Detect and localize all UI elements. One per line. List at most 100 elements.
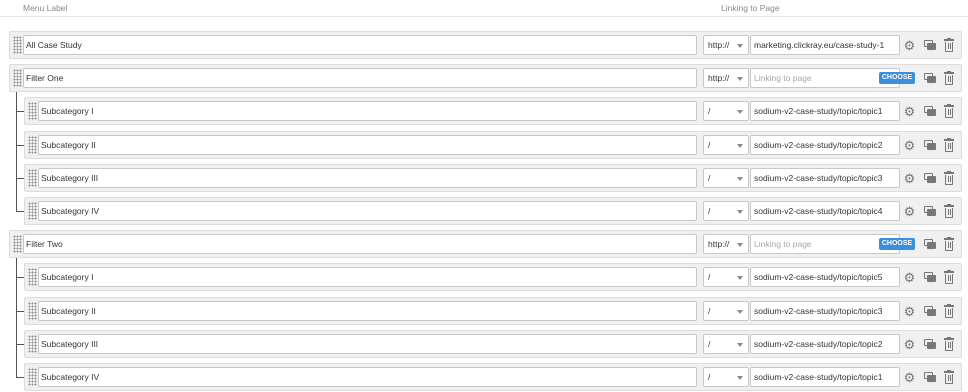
gear-icon[interactable]: ⚙ — [903, 305, 916, 318]
protocol-select[interactable]: / — [703, 135, 749, 155]
trash-icon[interactable] — [944, 237, 954, 251]
copy-icon[interactable] — [924, 173, 936, 184]
link-url-input[interactable]: sodium-v2-case-study/topic/topic2 — [750, 135, 900, 155]
tree-connector — [16, 92, 17, 212]
drag-handle-icon[interactable] — [28, 169, 37, 187]
protocol-select[interactable]: / — [703, 267, 749, 287]
menu-item-row: All Case Study http:// marketing.clickray.… — [9, 31, 962, 59]
link-url-input[interactable]: sodium-v2-case-study/topic/topic5 — [750, 267, 900, 287]
link-url-input[interactable]: sodium-v2-case-study/topic/topic4 — [750, 201, 900, 221]
submenu-item-row: Subcategory III / sodium-v2-case-study/top… — [24, 164, 962, 192]
trash-icon[interactable] — [944, 38, 954, 52]
copy-icon[interactable] — [924, 372, 936, 383]
copy-icon[interactable] — [924, 73, 936, 84]
tree-connector — [16, 277, 24, 278]
link-url-input[interactable]: Linking to page — [750, 234, 900, 254]
link-url-input[interactable]: Linking to page — [750, 68, 900, 88]
link-url-input[interactable]: sodium-v2-case-study/topic/topic1 — [750, 367, 900, 387]
choose-page-button[interactable]: CHOOSE — [879, 238, 915, 250]
menu-item-row: Filter Two http:// Linking to page CHOOSE — [9, 230, 962, 258]
drag-handle-icon[interactable] — [13, 235, 22, 253]
tree-connector — [16, 344, 24, 345]
gear-icon[interactable]: ⚙ — [903, 105, 916, 118]
protocol-value: / — [708, 173, 711, 183]
copy-icon[interactable] — [924, 306, 936, 317]
trash-icon[interactable] — [944, 337, 954, 351]
chevron-down-icon — [737, 376, 743, 380]
link-url-input[interactable]: sodium-v2-case-study/topic/topic1 — [750, 101, 900, 121]
protocol-value: / — [708, 272, 711, 282]
menu-label-input[interactable]: All Case Study — [23, 35, 697, 55]
submenu-item-row: Subcategory II / sodium-v2-case-study/topi… — [24, 297, 962, 325]
link-url-input[interactable]: marketing.clickray.eu/case-study-1 — [750, 35, 900, 55]
chevron-down-icon — [737, 276, 743, 280]
protocol-value: / — [708, 372, 711, 382]
copy-icon[interactable] — [924, 206, 936, 217]
protocol-value: / — [708, 306, 711, 316]
choose-page-button[interactable]: CHOOSE — [879, 72, 915, 84]
drag-handle-icon[interactable] — [28, 136, 37, 154]
copy-icon[interactable] — [924, 272, 936, 283]
trash-icon[interactable] — [944, 370, 954, 384]
link-url-input[interactable]: sodium-v2-case-study/topic/topic3 — [750, 168, 900, 188]
protocol-select[interactable]: / — [703, 301, 749, 321]
menu-label-input[interactable]: Subcategory III — [38, 334, 697, 354]
trash-icon[interactable] — [944, 104, 954, 118]
protocol-select[interactable]: / — [703, 367, 749, 387]
submenu-item-row: Subcategory III / sodium-v2-case-study/top… — [24, 330, 962, 358]
copy-icon[interactable] — [924, 140, 936, 151]
protocol-select[interactable]: / — [703, 201, 749, 221]
trash-icon[interactable] — [944, 304, 954, 318]
submenu-item-row: Subcategory I / sodium-v2-case-study/topic… — [24, 263, 962, 291]
gear-icon[interactable]: ⚙ — [903, 39, 916, 52]
protocol-select[interactable]: / — [703, 168, 749, 188]
protocol-select[interactable]: / — [703, 334, 749, 354]
copy-icon[interactable] — [924, 339, 936, 350]
menu-label-input[interactable]: Subcategory I — [38, 267, 697, 287]
drag-handle-icon[interactable] — [28, 368, 37, 386]
menu-label-input[interactable]: Subcategory II — [38, 301, 697, 321]
chevron-down-icon — [737, 110, 743, 114]
chevron-down-icon — [737, 77, 743, 81]
protocol-select[interactable]: http:// — [703, 68, 749, 88]
copy-icon[interactable] — [924, 40, 936, 51]
submenu-item-row: Subcategory I / sodium-v2-case-study/topic… — [24, 97, 962, 125]
menu-label-input[interactable]: Subcategory IV — [38, 201, 697, 221]
menu-label-input[interactable]: Filter One — [23, 68, 697, 88]
menu-label-input[interactable]: Filter Two — [23, 234, 697, 254]
drag-handle-icon[interactable] — [13, 69, 22, 87]
menu-label-input[interactable]: Subcategory III — [38, 168, 697, 188]
protocol-value: http:// — [708, 239, 730, 249]
copy-icon[interactable] — [924, 239, 936, 250]
protocol-select[interactable]: http:// — [703, 234, 749, 254]
menu-label-input[interactable]: Subcategory II — [38, 135, 697, 155]
protocol-value: http:// — [708, 73, 730, 83]
gear-icon[interactable]: ⚙ — [903, 371, 916, 384]
drag-handle-icon[interactable] — [28, 335, 37, 353]
drag-handle-icon[interactable] — [28, 302, 37, 320]
trash-icon[interactable] — [944, 270, 954, 284]
link-url-input[interactable]: sodium-v2-case-study/topic/topic2 — [750, 334, 900, 354]
trash-icon[interactable] — [944, 71, 954, 85]
menu-label-input[interactable]: Subcategory IV — [38, 367, 697, 387]
submenu-item-row: Subcategory II / sodium-v2-case-study/topi… — [24, 131, 962, 159]
trash-icon[interactable] — [944, 204, 954, 218]
protocol-select[interactable]: http:// — [703, 35, 749, 55]
gear-icon[interactable]: ⚙ — [903, 338, 916, 351]
drag-handle-icon[interactable] — [13, 36, 22, 54]
tree-connector — [16, 145, 24, 146]
drag-handle-icon[interactable] — [28, 268, 37, 286]
gear-icon[interactable]: ⚙ — [903, 139, 916, 152]
gear-icon[interactable]: ⚙ — [903, 205, 916, 218]
protocol-select[interactable]: / — [703, 101, 749, 121]
link-url-input[interactable]: sodium-v2-case-study/topic/topic3 — [750, 301, 900, 321]
gear-icon[interactable]: ⚙ — [903, 172, 916, 185]
trash-icon[interactable] — [944, 171, 954, 185]
drag-handle-icon[interactable] — [28, 202, 37, 220]
chevron-down-icon — [737, 243, 743, 247]
copy-icon[interactable] — [924, 106, 936, 117]
trash-icon[interactable] — [944, 138, 954, 152]
menu-label-input[interactable]: Subcategory I — [38, 101, 697, 121]
drag-handle-icon[interactable] — [28, 102, 37, 120]
gear-icon[interactable]: ⚙ — [903, 271, 916, 284]
